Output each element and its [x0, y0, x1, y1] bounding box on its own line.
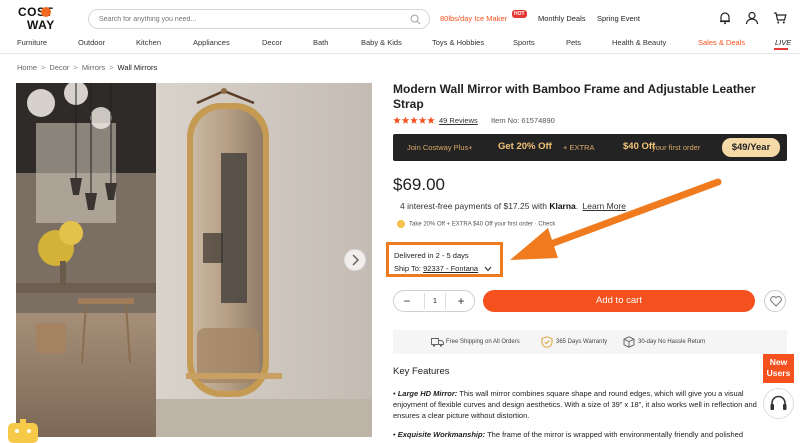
- benefits-strip: Free Shipping on All Orders 365 Days War…: [393, 330, 787, 354]
- delivery-info-highlight: Delivered in 2 - 5 days Ship To: 92337 -…: [386, 242, 503, 277]
- search-bar[interactable]: [88, 9, 430, 29]
- item-number: Item No: 61574890: [491, 116, 555, 125]
- breadcrumb-decor[interactable]: Decor: [49, 63, 69, 72]
- plus-banner-extra: + EXTRA: [563, 143, 595, 152]
- top-header: COST WAY 80lbs/day Ice Maker HOT Monthly…: [0, 0, 800, 36]
- plus-banner-first-order: your first order: [652, 143, 701, 152]
- live-underline: [774, 48, 788, 50]
- nav-kitchen[interactable]: Kitchen: [136, 38, 161, 47]
- coupon-row[interactable]: Take 20% Off + EXTRA $40 Off your first …: [397, 220, 555, 228]
- search-icon[interactable]: [410, 14, 421, 25]
- ship-to-label: Ship To:: [394, 264, 421, 273]
- klarna-installments: 4 interest-free payments of $17.25 with …: [400, 201, 626, 211]
- nav-live[interactable]: LIVE: [775, 38, 791, 47]
- chat-bot-icon: [8, 419, 38, 443]
- reviews-link[interactable]: 49 Reviews: [439, 116, 478, 125]
- breadcrumb-separator: >: [41, 63, 46, 72]
- new-users-tab[interactable]: New Users: [763, 354, 794, 383]
- breadcrumb-mirrors[interactable]: Mirrors: [82, 63, 105, 72]
- ship-to-row[interactable]: Ship To: 92337 - Fontana: [394, 264, 478, 273]
- nav-pets[interactable]: Pets: [566, 38, 581, 47]
- mirror-room-photo: [16, 83, 372, 437]
- nav-furniture[interactable]: Furniture: [17, 38, 47, 47]
- plus-banner-price: $49/Year: [722, 138, 780, 157]
- breadcrumb: Home > Decor > Mirrors > Wall Mirrors: [17, 63, 157, 72]
- notification-icon[interactable]: [718, 11, 732, 25]
- coupon-icon: [397, 220, 405, 228]
- product-title: Modern Wall Mirror with Bamboo Frame and…: [393, 82, 756, 111]
- benefit-label: 30-day No Hassle Return: [638, 339, 706, 345]
- logo-line2: WAY: [27, 18, 55, 32]
- gallery-next-button[interactable]: [344, 249, 366, 271]
- klarna-brand: Klarna: [549, 201, 576, 211]
- promo-ice-maker-link[interactable]: 80lbs/day Ice Maker: [440, 14, 507, 23]
- add-to-cart-button[interactable]: Add to cart: [483, 290, 755, 312]
- product-price: $69.00: [393, 175, 445, 194]
- heart-icon: [770, 296, 782, 307]
- wishlist-button[interactable]: [764, 290, 786, 312]
- hot-badge: HOT: [512, 10, 527, 18]
- delivery-eta: Delivered in 2 - 5 days: [394, 251, 469, 260]
- klarna-learn-more-link[interactable]: Learn More: [583, 201, 626, 211]
- benefit-free-shipping: Free Shipping on All Orders: [431, 336, 551, 348]
- nav-baby-kids[interactable]: Baby & Kids: [361, 38, 402, 47]
- nav-sports[interactable]: Sports: [513, 38, 535, 47]
- quantity-value[interactable]: 1: [424, 293, 446, 309]
- plus-banner-amount: $40 Off: [623, 141, 656, 152]
- nav-health-beauty[interactable]: Health & Beauty: [612, 38, 666, 47]
- quantity-increase-button[interactable]: +: [453, 293, 469, 309]
- nav-toys-hobbies[interactable]: Toys & Hobbies: [432, 38, 484, 47]
- logo-dot: [41, 7, 51, 17]
- nav-divider: [0, 53, 800, 54]
- customer-support-button[interactable]: [763, 388, 794, 419]
- chevron-down-icon[interactable]: [484, 266, 492, 272]
- shield-icon: [541, 336, 553, 348]
- quantity-stepper[interactable]: − 1 +: [393, 290, 475, 312]
- coupon-text: Take 20% Off + EXTRA $40 Off your first …: [409, 221, 556, 228]
- nav-decor[interactable]: Decor: [262, 38, 282, 47]
- feature-text: The frame of the mirror is wrapped with …: [487, 430, 744, 439]
- product-image[interactable]: [16, 83, 372, 437]
- klarna-suffix: .: [575, 201, 579, 211]
- costway-plus-banner[interactable]: Join Costway Plus+ Get 20% Off + EXTRA $…: [393, 134, 787, 161]
- feature-item: • Exquisite Workmanship: The frame of th…: [393, 430, 744, 439]
- feature-title: Large HD Mirror:: [397, 389, 458, 398]
- user-icon[interactable]: [745, 11, 759, 25]
- chevron-right-icon: [352, 254, 360, 266]
- benefit-warranty: 365 Days Warranty: [541, 336, 631, 348]
- plus-banner-join: Join Costway Plus+: [407, 143, 473, 152]
- nav-outdoor[interactable]: Outdoor: [78, 38, 105, 47]
- chat-widget-button[interactable]: [6, 419, 40, 443]
- cart-icon[interactable]: [773, 11, 787, 25]
- key-features-heading: Key Features: [393, 366, 450, 377]
- benefit-label: Free Shipping on All Orders: [446, 339, 520, 345]
- klarna-text: 4 interest-free payments of $17.25 with: [400, 201, 547, 211]
- benefit-label: 365 Days Warranty: [556, 339, 608, 345]
- quantity-decrease-button[interactable]: −: [399, 293, 415, 309]
- monthly-deals-link[interactable]: Monthly Deals: [538, 14, 586, 23]
- breadcrumb-home[interactable]: Home: [17, 63, 37, 72]
- feature-item: • Large HD Mirror: This wall mirror comb…: [393, 389, 757, 420]
- truck-icon: [431, 338, 444, 347]
- search-input[interactable]: [99, 14, 399, 25]
- breadcrumb-current: Wall Mirrors: [117, 63, 158, 72]
- headset-icon: [770, 395, 787, 410]
- costway-logo[interactable]: COST WAY: [18, 6, 64, 32]
- spring-event-link[interactable]: Spring Event: [597, 14, 640, 23]
- benefit-returns: 30-day No Hassle Return: [623, 336, 743, 348]
- breadcrumb-separator: >: [109, 63, 114, 72]
- breadcrumb-separator: >: [73, 63, 78, 72]
- nav-appliances[interactable]: Appliances: [193, 38, 230, 47]
- nav-bath[interactable]: Bath: [313, 38, 328, 47]
- plus-banner-discount: Get 20% Off: [498, 141, 552, 152]
- star-rating-icon: [393, 116, 435, 124]
- nav-sales-deals[interactable]: Sales & Deals: [698, 38, 745, 47]
- category-nav: Furniture Outdoor Kitchen Appliances Dec…: [0, 36, 800, 50]
- feature-title: Exquisite Workmanship:: [397, 430, 486, 439]
- ship-to-zip[interactable]: 92337 - Fontana: [423, 264, 478, 273]
- box-return-icon: [623, 336, 635, 348]
